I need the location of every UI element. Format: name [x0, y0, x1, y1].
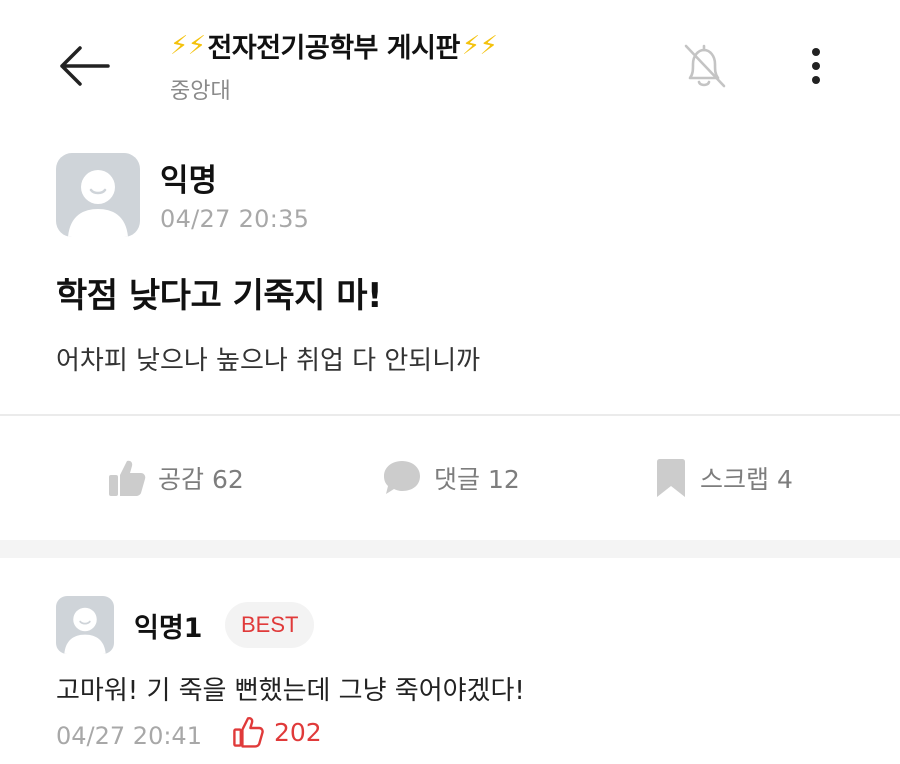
bell-off-icon: [684, 44, 726, 88]
post-actions-bar: 공감 62 댓글 12 스크랩 4: [0, 416, 900, 540]
speech-bubble-icon: [384, 461, 420, 494]
post-body: 어차피 낮으나 높으나 취업 다 안되니까: [56, 346, 481, 376]
comment-button[interactable]: 댓글 12: [382, 454, 520, 502]
thumbs-up-outline-icon: [233, 717, 264, 748]
school-name: 중앙대: [170, 79, 231, 104]
lightning-icon: ⚡⚡: [461, 30, 498, 61]
default-avatar-icon: [64, 607, 106, 654]
comment-body: 고마워! 기 죽을 뻔했는데 그냥 죽어야겠다!: [56, 676, 525, 706]
post-title: 학점 낮다고 기죽지 마!: [56, 276, 383, 316]
scrap-count-label: 스크랩 4: [700, 465, 793, 494]
back-button[interactable]: [56, 40, 112, 92]
comment-like-count: 202: [274, 717, 322, 747]
comment-author: 익명1: [134, 613, 203, 644]
comment-count-label: 댓글 12: [434, 465, 520, 494]
board-title-block: ⚡⚡ 전자전기공학부 게시판 ⚡⚡ 중앙대: [170, 26, 630, 105]
default-avatar-icon: [68, 170, 128, 237]
like-button[interactable]: 공감 62: [108, 454, 244, 502]
comment-avatar: [56, 596, 114, 654]
like-count-label: 공감 62: [158, 465, 244, 494]
post-author: 익명: [160, 163, 218, 199]
board-title: ⚡⚡ 전자전기공학부 게시판 ⚡⚡: [170, 26, 630, 65]
bookmark-icon: [657, 459, 685, 497]
notification-off-button[interactable]: [676, 38, 732, 94]
arrow-left-icon: [60, 46, 110, 86]
app-header: ⚡⚡ 전자전기공학부 게시판 ⚡⚡ 중앙대: [0, 0, 900, 130]
more-options-button[interactable]: [796, 40, 836, 92]
thumbs-up-icon: [109, 460, 146, 496]
section-separator: [0, 540, 900, 558]
scrap-button[interactable]: 스크랩 4: [654, 454, 793, 502]
more-vertical-icon: [812, 48, 820, 84]
avatar: [56, 153, 140, 237]
comment-like-button[interactable]: 202: [232, 716, 322, 748]
board-title-text: 전자전기공학부 게시판: [207, 33, 461, 64]
post-timestamp: 04/27 20:35: [160, 205, 310, 233]
best-badge: BEST: [225, 602, 315, 648]
comment-timestamp: 04/27 20:41: [56, 722, 202, 750]
lightning-icon: ⚡⚡: [170, 30, 206, 61]
